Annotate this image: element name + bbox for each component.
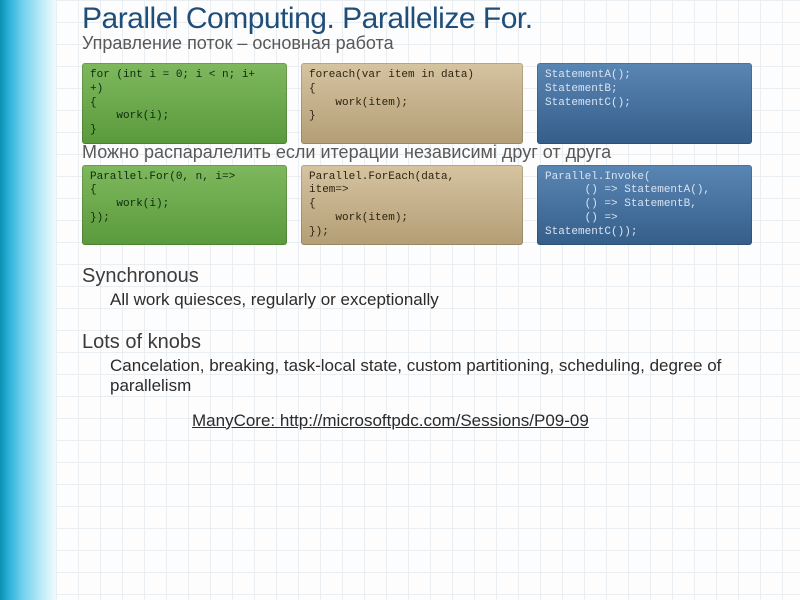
section-text-parallelize: Можно распаралелить если итерации незави… xyxy=(82,142,780,163)
code-parallel-invoke: Parallel.Invoke( () => StatementA(), () … xyxy=(537,165,752,246)
code-statements: StatementA(); StatementB; StatementC(); xyxy=(537,63,752,144)
code-parallel-for: Parallel.For(0, n, i=> { work(i); }); xyxy=(82,165,287,246)
code-row-parallel: Parallel.For(0, n, i=> { work(i); }); Pa… xyxy=(82,165,780,246)
slide-content: Parallel Computing. Parallelize For. Упр… xyxy=(56,0,800,600)
code-row-sequential: for (int i = 0; i < n; i+ +) { work(i); … xyxy=(82,63,780,144)
heading-synchronous: Synchronous xyxy=(82,265,780,288)
heading-knobs: Lots of knobs xyxy=(82,331,780,354)
code-foreach: foreach(var item in data) { work(item); … xyxy=(301,63,523,144)
code-parallel-foreach: Parallel.ForEach(data, item=> { work(ite… xyxy=(301,165,523,246)
slide-title: Parallel Computing. Parallelize For. xyxy=(82,0,780,37)
desc-knobs: Cancelation, breaking, task-local state,… xyxy=(110,356,780,397)
desc-synchronous: All work quiesces, regularly or exceptio… xyxy=(110,290,780,310)
slide-sidebar-gradient xyxy=(0,0,56,600)
code-for-loop: for (int i = 0; i < n; i+ +) { work(i); … xyxy=(82,63,287,144)
link-manycore[interactable]: ManyCore: http://microsoftpdc.com/Sessio… xyxy=(192,411,589,431)
